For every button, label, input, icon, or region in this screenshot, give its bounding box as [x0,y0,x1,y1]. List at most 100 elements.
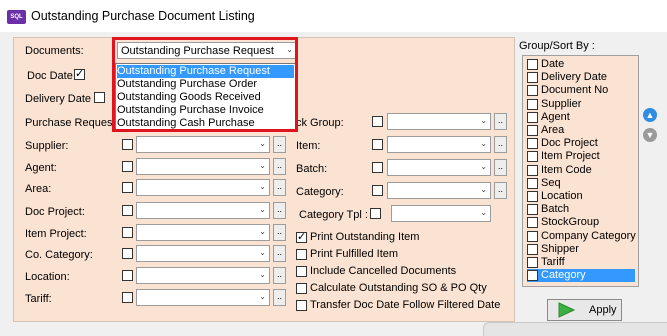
group-sort-item[interactable]: Category [527,269,635,283]
group-sort-item-label: Category [541,269,586,282]
chevron-down-icon: ⌄ [259,227,266,236]
stock-group-browse-button[interactable]: .. [494,113,507,130]
option-checkbox[interactable] [296,230,307,243]
group-sort-item[interactable]: Seq [527,177,635,190]
location-checkbox[interactable] [122,270,133,281]
area-checkbox[interactable] [122,182,133,193]
category-select[interactable]: ⌄ [387,182,491,199]
option-checkbox[interactable] [296,283,307,294]
group-sort-item[interactable]: StockGroup [527,216,635,229]
co-category-checkbox[interactable] [122,248,133,259]
group-sort-item-label: Company Category [541,229,636,242]
batch-select[interactable]: ⌄ [387,159,491,176]
group-sort-item[interactable]: Document No [527,84,635,97]
group-sort-checkbox[interactable] [527,72,538,84]
group-sort-item[interactable]: Area [527,124,635,137]
group-sort-item[interactable]: Tariff [527,256,635,269]
group-sort-checkbox[interactable] [527,125,538,136]
chevron-down-icon: ⌄ [480,208,487,217]
group-sort-checkbox[interactable] [527,85,538,97]
item-project-browse-button[interactable]: .. [273,224,286,241]
category-label: Category: [296,186,344,198]
group-sort-item-label: Location [541,190,583,202]
group-sort-item[interactable]: Item Code [527,164,635,177]
agent-select[interactable]: ⌄ [136,158,270,175]
option-label: Print Outstanding Item [310,231,420,243]
group-sort-item[interactable]: Doc Project [527,137,635,150]
chevron-down-icon: ⌄ [259,248,266,257]
delivery-date-checkbox[interactable] [94,92,105,103]
supplier-checkbox[interactable] [122,139,133,150]
group-sort-item-label: Seq [541,176,561,189]
move-down-icon[interactable]: ▼ [643,128,657,142]
group-sort-item[interactable]: Supplier [527,98,635,111]
group-sort-item-label: Shipper [541,242,579,255]
doc-date-checkbox[interactable] [74,67,85,80]
option-checkbox[interactable] [296,300,307,311]
chevron-down-icon: ⌄ [259,139,266,148]
area-select[interactable]: ⌄ [136,179,270,196]
doc-date-label: Doc Date [27,70,73,82]
area-browse-button[interactable]: .. [273,179,286,196]
agent-checkbox[interactable] [122,161,133,172]
group-sort-checkbox[interactable] [527,151,538,163]
stock-group-checkbox[interactable] [372,116,383,127]
batch-checkbox[interactable] [372,162,383,173]
doc-project-checkbox[interactable] [122,205,133,216]
group-sort-checkbox[interactable] [527,270,538,282]
group-sort-checkbox[interactable] [527,59,538,70]
item-select[interactable]: ⌄ [387,136,491,153]
agent-browse-button[interactable]: .. [273,158,286,175]
group-sort-checkbox[interactable] [527,98,538,110]
location-select[interactable]: ⌄ [136,267,270,284]
tariff-browse-button[interactable]: .. [273,289,286,306]
group-sort-item[interactable]: Location [527,190,635,203]
category-checkbox[interactable] [372,185,383,196]
item-browse-button[interactable]: .. [494,136,507,153]
co-category-browse-button[interactable]: .. [273,245,286,262]
group-sort-checkbox[interactable] [527,164,538,176]
apply-button[interactable]: Apply [547,299,622,321]
group-sort-item-label: Area [541,124,565,136]
location-browse-button[interactable]: .. [273,267,286,284]
group-sort-checkbox[interactable] [527,257,538,268]
group-sort-checkbox[interactable] [527,191,538,202]
group-sort-checkbox[interactable] [527,111,538,123]
doc-project-select[interactable]: ⌄ [136,202,270,219]
supplier-browse-button[interactable]: .. [273,136,286,153]
move-up-icon[interactable]: ▲ [643,108,657,122]
item-project-checkbox[interactable] [122,227,133,238]
group-sort-item[interactable]: Agent [527,111,635,124]
co-category-select[interactable]: ⌄ [136,245,270,262]
category-tpl-select[interactable]: ⌄ [391,205,491,222]
group-sort-item[interactable]: Item Project [527,150,635,163]
group-sort-checkbox[interactable] [527,138,538,150]
category-browse-button[interactable]: .. [494,182,507,199]
group-sort-checkbox[interactable] [527,243,538,255]
tariff-select[interactable]: ⌄ [136,289,270,306]
group-sort-checkbox[interactable] [527,230,538,242]
group-sort-item[interactable]: Date [527,58,635,71]
group-sort-checkbox[interactable] [527,217,538,229]
group-sort-item-label: Tariff [541,256,565,268]
stock-group-select[interactable]: ⌄ [387,113,491,130]
group-sort-item-label: StockGroup [541,216,600,229]
batch-browse-button[interactable]: .. [494,159,507,176]
stock-group-label: ck Group: [296,117,344,129]
group-sort-checkbox[interactable] [527,177,538,189]
scrollbar[interactable] [483,322,667,336]
doc-project-browse-button[interactable]: .. [273,202,286,219]
item-project-select[interactable]: ⌄ [136,224,270,241]
tariff-checkbox[interactable] [122,292,133,303]
area-label: Area: [25,183,52,195]
group-sort-item[interactable]: Batch [527,203,635,216]
supplier-select[interactable]: ⌄ [136,136,270,153]
category-tpl-checkbox[interactable] [370,208,381,219]
item-checkbox[interactable] [372,139,383,150]
group-sort-item[interactable]: Shipper [527,243,635,256]
group-sort-item[interactable]: Delivery Date [527,71,635,84]
group-sort-checkbox[interactable] [527,204,538,216]
group-sort-item[interactable]: Company Category [527,229,636,243]
option-checkbox[interactable] [296,249,307,260]
option-checkbox[interactable] [296,266,307,277]
